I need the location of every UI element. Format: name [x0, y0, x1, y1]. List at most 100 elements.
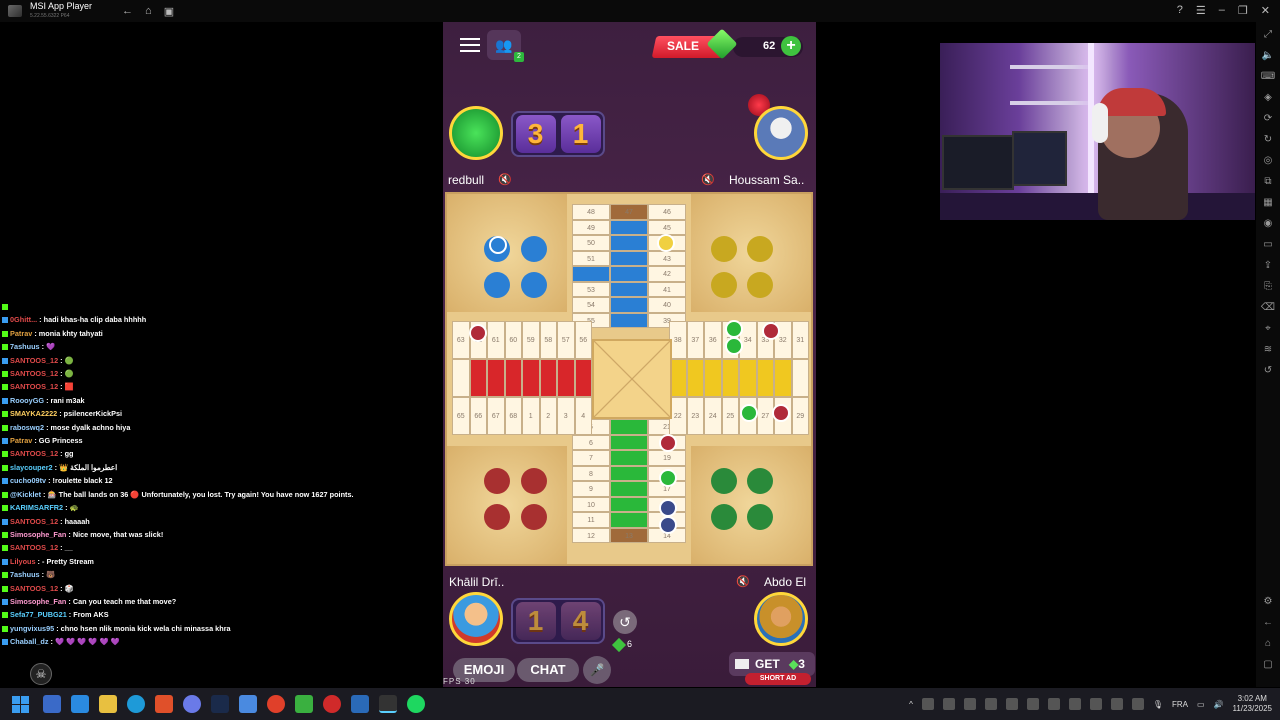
mute-icon[interactable]: 🔇: [701, 173, 715, 186]
tray-icon[interactable]: [1089, 698, 1102, 710]
game-token[interactable]: [659, 469, 677, 487]
rotate-icon[interactable]: ↻: [1264, 133, 1272, 147]
chrome-icon[interactable]: [267, 695, 285, 713]
app-icon[interactable]: [71, 695, 89, 713]
add-gems-button[interactable]: +: [781, 36, 801, 56]
app-icon[interactable]: [295, 695, 313, 713]
app-icon[interactable]: [43, 695, 61, 713]
chat-username[interactable]: SANTOOS_12: [10, 356, 58, 365]
mute-icon[interactable]: 🔇: [736, 575, 750, 588]
tray-icon[interactable]: [963, 698, 976, 710]
android-back-icon[interactable]: ←: [1263, 616, 1273, 630]
spotify-icon[interactable]: [407, 695, 425, 713]
chat-username[interactable]: Simosophe_Fan: [10, 530, 66, 539]
chat-username[interactable]: 7ashuus: [10, 570, 40, 579]
folder-icon[interactable]: ▭: [1263, 238, 1272, 252]
avatar-khalil[interactable]: [449, 592, 503, 646]
windows-start-icon[interactable]: [12, 695, 29, 713]
clock[interactable]: 3:02 AM 11/23/2025: [1233, 694, 1272, 714]
macro-icon[interactable]: ◎: [1264, 154, 1273, 168]
chat-username[interactable]: SANTOOS_12: [10, 449, 58, 458]
steam-icon[interactable]: [211, 695, 229, 713]
record-icon[interactable]: ◉: [1264, 217, 1273, 231]
gamepad-icon[interactable]: ◈: [1264, 91, 1272, 105]
help-icon[interactable]: ?: [1177, 4, 1183, 17]
language-indicator[interactable]: FRA: [1172, 700, 1188, 709]
chat-username[interactable]: RoooyGG: [10, 396, 44, 405]
chat-username[interactable]: SANTOOS_12: [10, 382, 58, 391]
chat-username[interactable]: SANTOOS_12: [10, 584, 58, 593]
chat-username[interactable]: Patrav: [10, 329, 32, 338]
close-icon[interactable]: ✕: [1261, 4, 1270, 17]
chat-username[interactable]: 7ashuus: [10, 342, 40, 351]
chat-username[interactable]: Patrav: [10, 436, 32, 445]
avatar-abdo[interactable]: [754, 592, 808, 646]
tray-icon[interactable]: [1026, 698, 1039, 710]
brave-icon[interactable]: [155, 695, 173, 713]
chat-username[interactable]: raboswq2: [10, 423, 44, 432]
layers-icon[interactable]: ≋: [1264, 343, 1272, 357]
tray-icon[interactable]: [984, 698, 997, 710]
pages-icon[interactable]: ▣: [164, 5, 174, 18]
refresh-icon[interactable]: ↺: [1264, 364, 1272, 378]
chevron-up-icon[interactable]: ^: [909, 700, 913, 709]
microphone-icon[interactable]: 🎤: [583, 656, 611, 684]
tray-icon[interactable]: [942, 698, 955, 710]
menu-icon[interactable]: ☰: [1196, 4, 1206, 17]
chat-username[interactable]: SMAYKA2222: [10, 409, 57, 418]
explorer-icon[interactable]: [99, 695, 117, 713]
game-token[interactable]: [659, 434, 677, 452]
android-home-icon[interactable]: ⌂: [1265, 637, 1271, 651]
avatar-houssam[interactable]: [754, 106, 808, 160]
app-player-icon[interactable]: [379, 695, 397, 713]
tray-icon[interactable]: [1047, 698, 1060, 710]
game-token[interactable]: [657, 234, 675, 252]
restore-icon[interactable]: ❐: [1238, 4, 1248, 17]
app-icon[interactable]: [351, 695, 369, 713]
chat-username[interactable]: cucho09tv: [10, 476, 46, 485]
game-token[interactable]: [772, 404, 790, 422]
chat-username[interactable]: SANTOOS_12: [10, 543, 58, 552]
chat-username[interactable]: yungvixus95: [10, 624, 54, 633]
screenshot-icon[interactable]: ▦: [1263, 196, 1272, 210]
chat-username[interactable]: Simosophe_Fan: [10, 597, 66, 606]
volume-icon[interactable]: 🔈: [1262, 49, 1274, 63]
chat-button[interactable]: CHAT: [517, 658, 579, 682]
minimize-icon[interactable]: –: [1219, 4, 1225, 17]
recents-icon[interactable]: ▢: [1263, 658, 1272, 672]
game-token[interactable]: [489, 236, 507, 254]
chat-username[interactable]: SANTOOS_12: [10, 517, 58, 526]
chat-username[interactable]: @Kicklet: [10, 490, 41, 499]
tray-icon[interactable]: [1068, 698, 1081, 710]
chat-username[interactable]: KARIMSARFR2: [10, 503, 63, 512]
game-token[interactable]: [762, 322, 780, 340]
fullscreen-icon[interactable]: ⤢: [1264, 28, 1272, 42]
edge-icon[interactable]: [127, 695, 145, 713]
chat-username[interactable]: Chaball_dz: [10, 637, 49, 646]
chat-username[interactable]: slaycouper2: [10, 463, 53, 472]
tray-icon[interactable]: [921, 698, 934, 710]
avatar-redbull[interactable]: [449, 106, 503, 160]
app-icon[interactable]: [323, 695, 341, 713]
microphone-icon[interactable]: 🎙: [1153, 700, 1163, 709]
game-menu-icon[interactable]: [460, 38, 480, 52]
mute-icon[interactable]: 🔇: [498, 173, 512, 186]
keyboard-icon[interactable]: ⌨: [1261, 70, 1275, 84]
settings-icon[interactable]: ⚙: [1264, 595, 1273, 609]
game-token[interactable]: [659, 499, 677, 517]
game-token[interactable]: [740, 404, 758, 422]
copy-icon[interactable]: ⎘: [1264, 280, 1272, 294]
volume-icon[interactable]: 🔊: [1214, 700, 1224, 709]
sync-icon[interactable]: ⟳: [1264, 112, 1272, 126]
back-icon[interactable]: ←: [122, 5, 133, 17]
install-apk-icon[interactable]: ⇪: [1264, 259, 1272, 273]
game-token[interactable]: [469, 324, 487, 342]
location-icon[interactable]: ⌖: [1265, 322, 1271, 336]
chat-username[interactable]: Sefa77_PUBG21: [10, 610, 67, 619]
discord-icon[interactable]: [183, 695, 201, 713]
game-token[interactable]: [725, 320, 743, 338]
multi-instance-icon[interactable]: ⧉: [1264, 175, 1271, 189]
chat-username[interactable]: Lilyous: [10, 557, 36, 566]
network-icon[interactable]: ▭: [1197, 700, 1205, 709]
chat-username[interactable]: SANTOOS_12: [10, 369, 58, 378]
